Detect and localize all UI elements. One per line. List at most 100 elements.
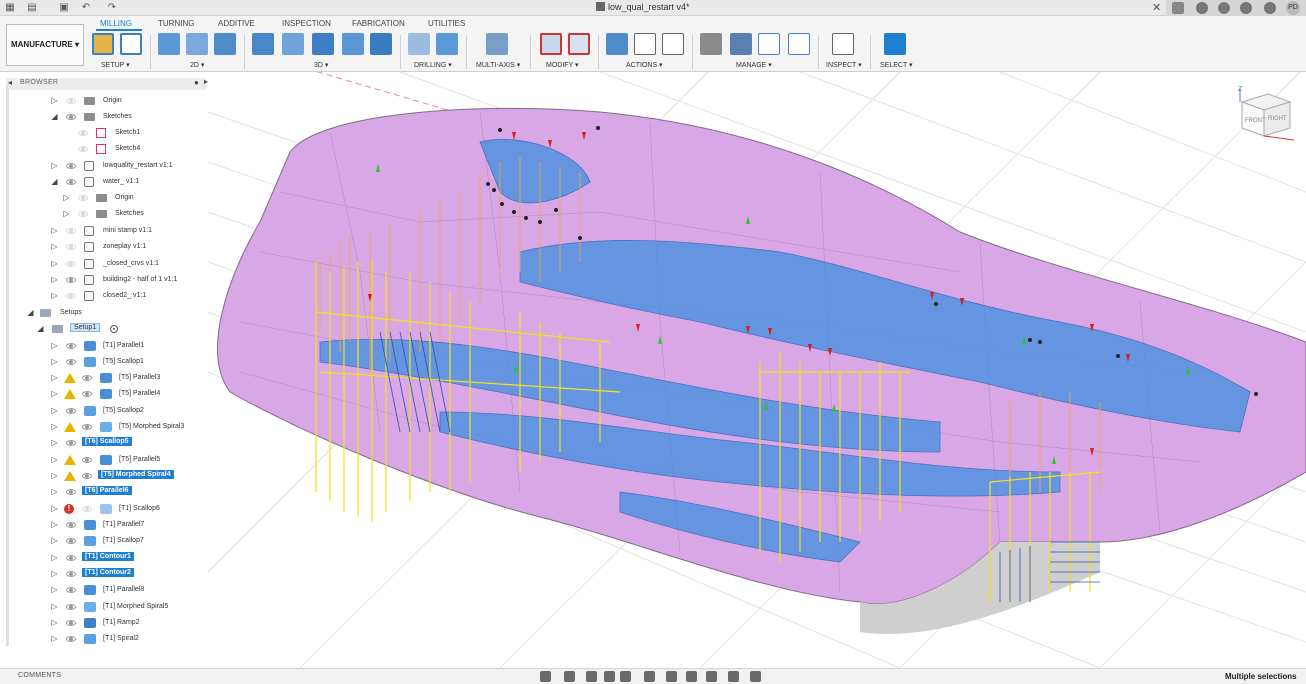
- tab-fabrication[interactable]: FABRICATION: [352, 19, 405, 28]
- visibility-eye-icon[interactable]: [82, 506, 92, 512]
- redo-icon[interactable]: ↷: [106, 2, 118, 14]
- visibility-eye-icon[interactable]: [82, 391, 92, 397]
- tree-row-operation[interactable]: ▷ [T5] Parallel3: [0, 371, 208, 385]
- group-drilling-label[interactable]: DRILLING ▾: [414, 61, 452, 69]
- expand-arrow-icon[interactable]: ▷: [50, 438, 59, 447]
- tree-row-component[interactable]: ▷ mini stamp v1:1: [0, 224, 208, 238]
- template-library-icon[interactable]: [758, 33, 780, 55]
- collapse-arrow-icon[interactable]: ◢: [50, 177, 59, 186]
- multi-axis-icon[interactable]: [486, 33, 508, 55]
- tree-row-sketch1[interactable]: Sketch1: [0, 126, 208, 140]
- tab-additive[interactable]: ADDITIVE: [218, 19, 255, 28]
- layout-icon[interactable]: [706, 671, 717, 682]
- visibility-eye-icon[interactable]: [78, 130, 88, 136]
- expand-arrow-icon[interactable]: ▷: [50, 422, 59, 431]
- tree-row-operation[interactable]: ▷ [T5] Morphed Spiral3: [0, 420, 208, 434]
- tree-row-operation[interactable]: ▷ [T5] Parallel4: [0, 387, 208, 401]
- expand-arrow-icon[interactable]: ▷: [50, 373, 59, 382]
- tool-library-icon[interactable]: [700, 33, 722, 55]
- tree-row-operation[interactable]: ▷ [T1] Scallop7: [0, 534, 208, 548]
- tree-row-operation-selected[interactable]: ▷ [T1] Contour1: [0, 551, 208, 565]
- expand-arrow-icon[interactable]: ▷: [50, 455, 59, 464]
- collapse-arrow-icon[interactable]: ◢: [36, 324, 45, 333]
- pan-icon[interactable]: [586, 671, 597, 682]
- visibility-eye-icon[interactable]: [78, 146, 88, 152]
- tree-row-operation[interactable]: ▷ [T1] Morphed Spiral5: [0, 600, 208, 614]
- visibility-eye-icon[interactable]: [66, 228, 76, 234]
- visibility-eye-icon[interactable]: [82, 457, 92, 463]
- group-2d-label[interactable]: 2D ▾: [190, 61, 204, 69]
- visibility-eye-icon[interactable]: [66, 179, 76, 185]
- visibility-eye-icon[interactable]: [66, 440, 76, 446]
- expand-arrow-icon[interactable]: ▷: [50, 569, 59, 578]
- parallel-icon[interactable]: [312, 33, 334, 55]
- viewports-icon[interactable]: [686, 671, 697, 682]
- adaptive-clearing-icon[interactable]: [252, 33, 274, 55]
- job-status-icon[interactable]: [1218, 2, 1230, 14]
- tree-row-component[interactable]: ▷ zoneplay v1:1: [0, 240, 208, 254]
- environment-icon[interactable]: [750, 671, 761, 682]
- expand-arrow-icon[interactable]: ▷: [50, 618, 59, 627]
- tab-inspection[interactable]: INSPECTION: [282, 19, 331, 28]
- refresh-icon[interactable]: [728, 671, 739, 682]
- expand-arrow-icon[interactable]: ▷: [50, 471, 59, 480]
- tab-turning[interactable]: TURNING: [158, 19, 194, 28]
- grid-settings-icon[interactable]: [666, 671, 677, 682]
- notifications-icon[interactable]: [1240, 2, 1252, 14]
- visibility-eye-icon[interactable]: [82, 424, 92, 430]
- visibility-eye-icon[interactable]: [66, 620, 76, 626]
- workspace-switcher-button[interactable]: MANUFACTURE ▾: [6, 24, 84, 66]
- collapse-arrow-icon[interactable]: ◢: [50, 112, 59, 121]
- visibility-eye-icon[interactable]: [66, 571, 76, 577]
- tree-row-operation[interactable]: ▷ [T1] Ramp2: [0, 616, 208, 630]
- tree-row-setups[interactable]: ◢ Setups: [0, 306, 208, 320]
- tree-row-component[interactable]: ▷ closed2_ v1:1: [0, 289, 208, 303]
- collapse-arrow-icon[interactable]: ◢: [26, 308, 35, 317]
- visibility-eye-icon[interactable]: [66, 343, 76, 349]
- hole-recognition-icon[interactable]: [436, 33, 458, 55]
- file-menu-icon[interactable]: ▤: [26, 2, 38, 14]
- zoom-icon[interactable]: [604, 671, 615, 682]
- expand-arrow-icon[interactable]: ▷: [50, 504, 59, 513]
- expand-arrow-icon[interactable]: ▷: [50, 291, 59, 300]
- tree-row-component[interactable]: ▷ lowquality_restart v1:1: [0, 159, 208, 173]
- tree-row-sketches[interactable]: ▷ Sketches: [0, 207, 208, 221]
- expand-arrow-icon[interactable]: ▷: [62, 193, 71, 202]
- group-setup-label[interactable]: SETUP ▾: [101, 61, 130, 69]
- tree-row-operation[interactable]: ▷ [T5] Scallop2: [0, 404, 208, 418]
- machine-library-icon[interactable]: [730, 33, 752, 55]
- visibility-eye-icon[interactable]: [82, 375, 92, 381]
- visibility-eye-icon[interactable]: [66, 244, 76, 250]
- visibility-eye-icon[interactable]: [66, 114, 76, 120]
- flow-icon[interactable]: [370, 33, 392, 55]
- undo-icon[interactable]: ↶: [80, 2, 92, 14]
- expand-arrow-icon[interactable]: ▷: [50, 242, 59, 251]
- tree-row-operation-selected[interactable]: ▷ [T5] Morphed Spiral4: [0, 469, 208, 483]
- drill-icon[interactable]: [408, 33, 430, 55]
- tree-row-operation[interactable]: ▷ [T1] Spiral2: [0, 632, 208, 646]
- look-at-icon[interactable]: [564, 671, 575, 682]
- tree-row-operation[interactable]: ▷ [T5] Parallel5: [0, 453, 208, 467]
- group-inspect-label[interactable]: INSPECT ▾: [826, 61, 862, 69]
- active-setup-icon[interactable]: [110, 325, 118, 333]
- expand-arrow-icon[interactable]: ▷: [50, 487, 59, 496]
- visibility-eye-icon[interactable]: [66, 261, 76, 267]
- 2d-adaptive-icon[interactable]: [158, 33, 180, 55]
- visibility-eye-icon[interactable]: [66, 604, 76, 610]
- close-tab-icon[interactable]: ✕: [1152, 1, 1161, 14]
- group-actions-label[interactable]: ACTIONS ▾: [626, 61, 663, 69]
- new-tab-icon[interactable]: [1172, 2, 1184, 14]
- expand-arrow-icon[interactable]: ▷: [62, 209, 71, 218]
- fit-icon[interactable]: [620, 671, 631, 682]
- post-library-icon[interactable]: [788, 33, 810, 55]
- expand-arrow-icon[interactable]: ▷: [50, 161, 59, 170]
- tree-row-operation[interactable]: ▷ ! [T1] Scallop6: [0, 502, 208, 516]
- visibility-eye-icon[interactable]: [82, 473, 92, 479]
- select-arrow-icon[interactable]: [884, 33, 906, 55]
- visibility-eye-icon[interactable]: [66, 489, 76, 495]
- viewcube[interactable]: Z FRONT RIGHT: [1232, 84, 1298, 144]
- visibility-eye-icon[interactable]: [66, 538, 76, 544]
- visibility-eye-icon[interactable]: [78, 211, 88, 217]
- visibility-eye-icon[interactable]: [78, 195, 88, 201]
- group-3d-label[interactable]: 3D ▾: [314, 61, 328, 69]
